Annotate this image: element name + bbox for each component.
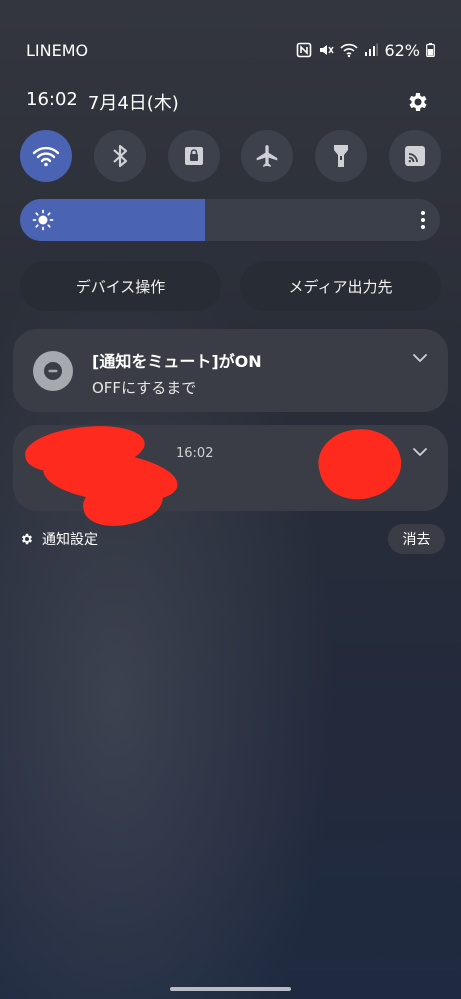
shortcut-buttons: デバイス操作 メディア出力先 <box>20 261 441 311</box>
bluetooth-icon <box>113 144 127 168</box>
notification-settings-label[interactable]: 通知設定 <box>42 529 98 549</box>
mute-notification-card[interactable]: [通知をミュート]がON OFFにするまで <box>13 329 448 412</box>
wifi-tile[interactable] <box>20 130 72 182</box>
gear-icon <box>21 533 33 545</box>
rotation-lock-tile[interactable] <box>167 130 220 182</box>
gear-icon <box>409 93 427 111</box>
cast-icon <box>404 146 425 166</box>
chevron-down-icon[interactable] <box>412 350 428 366</box>
media-output-button[interactable]: メディア出力先 <box>240 261 441 311</box>
clear-button[interactable]: 消去 <box>388 524 445 554</box>
battery-icon <box>426 43 435 57</box>
notification-footer: 通知設定 消去 <box>20 524 445 554</box>
brightness-slider[interactable] <box>20 199 440 241</box>
status-icons: 62% <box>296 41 435 60</box>
header-row: 16:02 7月4日(木) <box>26 88 431 116</box>
wifi-icon <box>32 146 60 167</box>
mute-icon <box>320 45 335 55</box>
battery-percent: 62% <box>384 40 420 60</box>
signal-icon <box>365 43 379 56</box>
lock-icon <box>184 147 203 165</box>
more-options-icon[interactable] <box>420 209 426 231</box>
flashlight-tile[interactable] <box>315 130 368 182</box>
airplane-icon <box>257 145 278 167</box>
cast-tile[interactable] <box>388 130 441 182</box>
wifi-icon <box>340 43 359 58</box>
bluetooth-tile[interactable] <box>93 130 146 182</box>
airplane-mode-tile[interactable] <box>241 130 294 182</box>
do-not-disturb-icon <box>33 351 73 391</box>
date[interactable]: 7月4日(木) <box>88 89 179 115</box>
flashlight-icon <box>334 145 349 167</box>
sun-icon <box>32 209 54 231</box>
status-bar: LINEMO 62% <box>26 38 435 62</box>
redaction-mark-right <box>311 420 409 508</box>
home-indicator[interactable] <box>170 987 291 991</box>
chevron-down-icon[interactable] <box>412 444 428 460</box>
settings-button[interactable] <box>405 89 431 115</box>
nfc-icon <box>297 42 312 58</box>
app-notification-card[interactable]: 16:02 <box>13 418 448 533</box>
notification-settings-link[interactable]: 通知設定 <box>20 529 98 549</box>
mute-notification-title: [通知をミュート]がON <box>92 352 262 371</box>
carrier-label: LINEMO <box>26 40 89 60</box>
datetime[interactable]: 16:02 7月4日(木) <box>26 89 179 115</box>
quick-settings <box>20 130 441 182</box>
clock[interactable]: 16:02 <box>26 89 78 115</box>
device-control-button[interactable]: デバイス操作 <box>20 261 221 311</box>
mute-notification-subtitle: OFFにするまで <box>92 379 197 397</box>
notification-time: 16:02 <box>176 446 214 461</box>
